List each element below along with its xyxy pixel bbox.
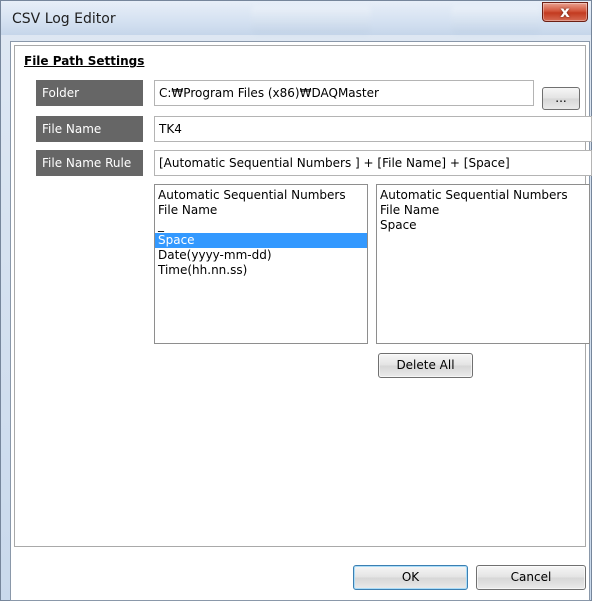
- file-name-label: File Name: [36, 116, 143, 142]
- cancel-button[interactable]: Cancel: [476, 565, 586, 590]
- folder-input[interactable]: C:₩Program Files (x86)₩DAQMaster: [154, 80, 534, 106]
- title-bar-blur: [251, 6, 371, 34]
- close-button[interactable]: x: [542, 2, 588, 22]
- browse-folder-button[interactable]: ...: [542, 87, 580, 110]
- list-item[interactable]: Time(hh.nn.ss): [155, 263, 367, 278]
- selected-items-list[interactable]: Automatic Sequential Numbers File Name S…: [376, 184, 590, 344]
- folder-label: Folder: [36, 80, 143, 106]
- window-title: CSV Log Editor: [12, 11, 116, 27]
- ok-button[interactable]: OK: [353, 565, 468, 590]
- delete-all-button[interactable]: Delete All: [378, 353, 473, 378]
- list-item[interactable]: File Name: [377, 203, 589, 218]
- file-name-rule-label: File Name Rule: [36, 150, 143, 176]
- list-item[interactable]: Automatic Sequential Numbers: [377, 188, 589, 203]
- available-items-list[interactable]: Automatic Sequential Numbers File Name _…: [154, 184, 368, 344]
- list-item[interactable]: _: [155, 218, 367, 233]
- list-item[interactable]: Date(yyyy-mm-dd): [155, 248, 367, 263]
- file-name-rule-display: [Automatic Sequential Numbers ] + [File …: [154, 150, 592, 176]
- title-bar[interactable]: CSV Log Editor x: [1, 1, 591, 35]
- list-item[interactable]: File Name: [155, 203, 367, 218]
- group-title: File Path Settings: [24, 54, 145, 68]
- list-item[interactable]: Automatic Sequential Numbers: [155, 188, 367, 203]
- close-icon: x: [560, 3, 570, 21]
- list-item[interactable]: Space: [377, 218, 589, 233]
- file-name-input[interactable]: TK4: [154, 116, 592, 142]
- dialog-body: File Path Settings Folder C:₩Program Fil…: [10, 41, 592, 601]
- csv-log-editor-window: CSV Log Editor x File Path Settings Fold…: [0, 0, 592, 601]
- title-bar-blur: [451, 6, 541, 34]
- file-path-settings-group: File Path Settings Folder C:₩Program Fil…: [14, 45, 592, 547]
- list-item-selected[interactable]: Space: [155, 233, 367, 248]
